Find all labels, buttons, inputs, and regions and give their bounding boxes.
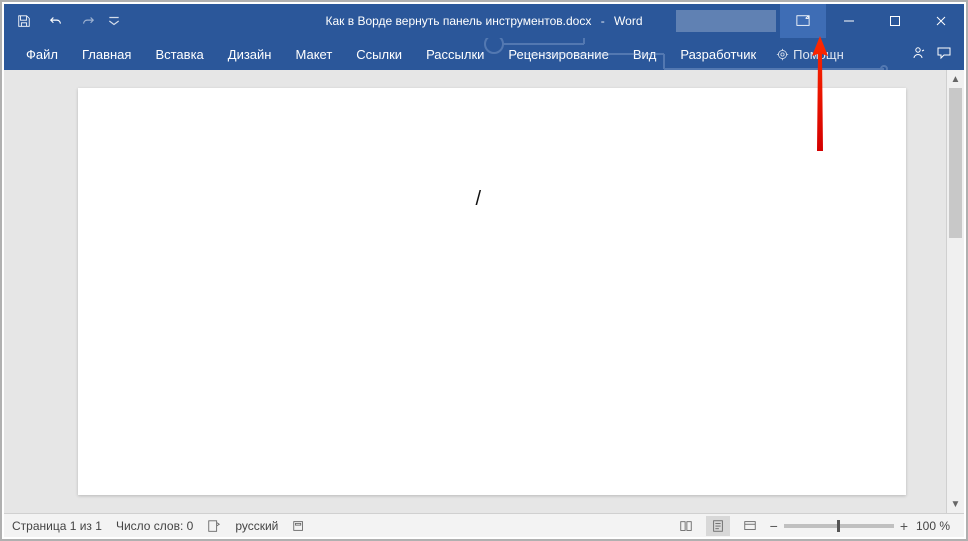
tab-layout[interactable]: Макет bbox=[283, 38, 344, 70]
redo-button[interactable] bbox=[74, 7, 102, 35]
tab-developer[interactable]: Разработчик bbox=[668, 38, 768, 70]
zoom-slider[interactable]: − + bbox=[770, 518, 908, 534]
document-page[interactable]: / bbox=[78, 88, 906, 495]
read-mode-button[interactable] bbox=[674, 516, 698, 536]
print-layout-button[interactable] bbox=[706, 516, 730, 536]
zoom-handle[interactable] bbox=[837, 520, 840, 532]
tab-references[interactable]: Ссылки bbox=[344, 38, 414, 70]
spellcheck-button[interactable] bbox=[207, 519, 221, 533]
word-count[interactable]: Число слов: 0 bbox=[116, 519, 193, 533]
zoom-level-button[interactable]: 100 % bbox=[916, 519, 956, 533]
document-viewport[interactable]: / bbox=[4, 70, 946, 513]
zoom-in-button[interactable]: + bbox=[900, 518, 908, 534]
language-label: русский bbox=[235, 519, 278, 533]
tab-insert[interactable]: Вставка bbox=[143, 38, 215, 70]
tab-label: Ссылки bbox=[356, 47, 402, 62]
tab-view[interactable]: Вид bbox=[621, 38, 669, 70]
tab-label: Макет bbox=[295, 47, 332, 62]
tab-label: Вид bbox=[633, 47, 657, 62]
zoom-track[interactable] bbox=[784, 524, 894, 528]
zoom-level-label: 100 % bbox=[916, 519, 950, 533]
comments-button[interactable] bbox=[936, 45, 952, 64]
app-name: Word bbox=[614, 14, 642, 28]
undo-button[interactable] bbox=[42, 7, 70, 35]
qat-customize-button[interactable] bbox=[106, 7, 122, 35]
text-cursor: / bbox=[475, 188, 481, 211]
web-layout-button[interactable] bbox=[738, 516, 762, 536]
language-button[interactable]: русский bbox=[235, 519, 278, 533]
scroll-thumb[interactable] bbox=[949, 88, 962, 238]
tab-mailings[interactable]: Рассылки bbox=[414, 38, 496, 70]
save-button[interactable] bbox=[10, 7, 38, 35]
tab-home[interactable]: Главная bbox=[70, 38, 143, 70]
tab-design[interactable]: Дизайн bbox=[216, 38, 284, 70]
minimize-button[interactable] bbox=[826, 4, 872, 38]
title-separator: - bbox=[595, 14, 611, 28]
tab-label: Главная bbox=[82, 47, 131, 62]
document-name: Как в Ворде вернуть панель инструментов.… bbox=[325, 14, 591, 28]
tab-review[interactable]: Рецензирование bbox=[496, 38, 620, 70]
tab-label: Рецензирование bbox=[508, 47, 608, 62]
tell-me-button[interactable]: Помощн bbox=[768, 47, 852, 62]
status-bar: Страница 1 из 1 Число слов: 0 русский bbox=[4, 513, 964, 537]
tab-label: Дизайн bbox=[228, 47, 272, 62]
ribbon-tabs: Файл Главная Вставка Дизайн Макет Ссылки… bbox=[4, 38, 964, 70]
page-indicator[interactable]: Страница 1 из 1 bbox=[12, 519, 102, 533]
macro-recording-button[interactable] bbox=[292, 519, 306, 533]
scroll-down-icon[interactable]: ▼ bbox=[947, 495, 964, 513]
tab-label: Файл bbox=[26, 47, 58, 62]
title-bar: Как в Ворде вернуть панель инструментов.… bbox=[4, 4, 964, 38]
quick-access-toolbar bbox=[4, 7, 122, 35]
tab-label: Разработчик bbox=[680, 47, 756, 62]
tab-label: Вставка bbox=[155, 47, 203, 62]
scroll-up-icon[interactable]: ▲ bbox=[947, 70, 964, 88]
account-area[interactable] bbox=[676, 10, 776, 32]
page-info-label: Страница 1 из 1 bbox=[12, 519, 102, 533]
zoom-out-button[interactable]: − bbox=[770, 518, 778, 534]
tell-me-label: Помощн bbox=[793, 47, 844, 62]
scroll-track[interactable] bbox=[947, 88, 964, 495]
vertical-scrollbar[interactable]: ▲ ▼ bbox=[946, 70, 964, 513]
workspace: / ▲ ▼ bbox=[4, 70, 964, 513]
close-button[interactable] bbox=[918, 4, 964, 38]
maximize-button[interactable] bbox=[872, 4, 918, 38]
share-button[interactable] bbox=[910, 45, 926, 64]
ribbon-display-options-button[interactable] bbox=[780, 4, 826, 38]
tab-label: Рассылки bbox=[426, 47, 484, 62]
word-count-label: Число слов: 0 bbox=[116, 519, 193, 533]
tab-file[interactable]: Файл bbox=[14, 38, 70, 70]
